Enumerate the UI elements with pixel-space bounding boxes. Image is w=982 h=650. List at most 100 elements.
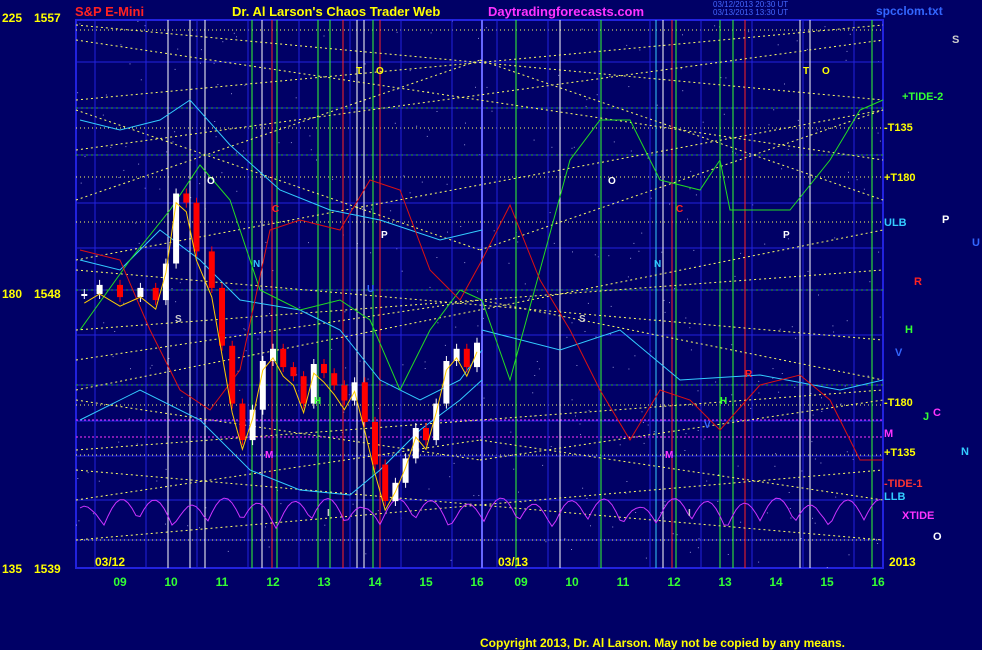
star-dot (642, 422, 644, 423)
star-dot (187, 525, 189, 527)
star-dot (87, 472, 89, 474)
star-dot (664, 504, 666, 506)
star-dot (817, 129, 819, 131)
star-dot (856, 179, 858, 181)
star-dot (244, 84, 246, 86)
hour-tick-label: 14 (368, 575, 382, 589)
star-dot (517, 241, 519, 243)
star-dot (689, 327, 691, 329)
star-dot (878, 251, 880, 253)
price-bar (290, 367, 297, 377)
star-dot (737, 465, 739, 467)
star-dot (697, 547, 699, 549)
chart-marker: R (745, 369, 753, 380)
star-dot (278, 142, 280, 144)
star-dot (344, 311, 346, 313)
star-dot (582, 487, 584, 489)
star-dot (643, 442, 645, 444)
star-dot (584, 331, 586, 332)
star-dot (676, 534, 678, 536)
star-dot (669, 203, 671, 205)
star-dot (510, 431, 512, 433)
y-axis-label-left: 225 (2, 11, 22, 25)
star-dot (653, 431, 655, 433)
price-bar (453, 348, 460, 361)
star-dot (421, 181, 423, 183)
star-dot (149, 367, 151, 369)
star-dot (359, 360, 361, 362)
star-dot (486, 86, 488, 88)
star-dot (265, 241, 267, 243)
star-dot (361, 208, 363, 210)
star-dot (795, 337, 797, 339)
star-dot (790, 517, 792, 519)
star-dot (377, 510, 379, 512)
star-dot (172, 141, 174, 143)
star-dot (684, 450, 686, 451)
star-dot (465, 122, 466, 124)
star-dot (125, 146, 127, 148)
star-dot (590, 525, 591, 527)
star-dot (529, 297, 531, 299)
star-dot (123, 169, 125, 171)
star-dot (416, 125, 418, 127)
star-dot (129, 63, 131, 65)
tide-diagonal (479, 59, 884, 201)
site-name[interactable]: Daytradingforecasts.com (488, 4, 644, 19)
star-dot (779, 328, 781, 330)
star-dot (84, 156, 86, 158)
chart-marker: O (822, 66, 830, 77)
star-dot (687, 218, 688, 220)
star-dot (698, 538, 700, 540)
tide-diagonal (75, 439, 481, 501)
planet-letter: N (961, 446, 969, 458)
star-dot (576, 365, 578, 366)
star-dot (581, 28, 583, 30)
star-dot (177, 48, 179, 50)
star-dot (685, 433, 687, 435)
star-dot (580, 434, 581, 436)
star-dot (430, 32, 432, 34)
star-dot (243, 150, 245, 152)
star-dot (758, 380, 760, 382)
star-dot (114, 331, 116, 332)
hour-tick-label: 13 (718, 575, 732, 589)
star-dot (243, 328, 245, 330)
chart-marker: T (356, 66, 362, 77)
star-dot (635, 512, 637, 513)
star-dot (821, 397, 822, 399)
star-dot (832, 325, 834, 327)
star-dot (324, 524, 326, 526)
star-dot (846, 320, 848, 322)
star-dot (475, 86, 476, 88)
chart-marker: C (272, 204, 279, 215)
star-dot (558, 74, 560, 76)
hour-tick-label: 09 (514, 575, 528, 589)
star-dot (796, 40, 798, 42)
right-tide-label: ULB (884, 217, 907, 229)
tide-diagonal (479, 439, 884, 501)
star-dot (774, 465, 776, 467)
star-dot (308, 242, 309, 244)
star-dot (575, 415, 576, 417)
star-dot (619, 444, 621, 446)
star-dot (222, 41, 224, 43)
star-dot (214, 121, 216, 122)
star-dot (491, 110, 493, 112)
star-dot (79, 23, 81, 25)
star-dot (703, 438, 705, 440)
chart-title: Dr. Al Larson's Chaos Trader Web (232, 4, 441, 19)
star-dot (758, 392, 760, 394)
star-dot (378, 407, 379, 409)
star-dot (213, 62, 215, 64)
chart-marker: V (704, 420, 711, 431)
star-dot (130, 368, 131, 370)
chart-marker: H (314, 396, 321, 407)
xtide-curve (79, 497, 881, 530)
star-dot (806, 48, 808, 50)
star-dot (199, 183, 201, 185)
star-dot (138, 163, 140, 165)
star-dot (801, 470, 803, 472)
star-dot (826, 567, 828, 568)
y-axis-label-left: 180 (2, 287, 22, 301)
